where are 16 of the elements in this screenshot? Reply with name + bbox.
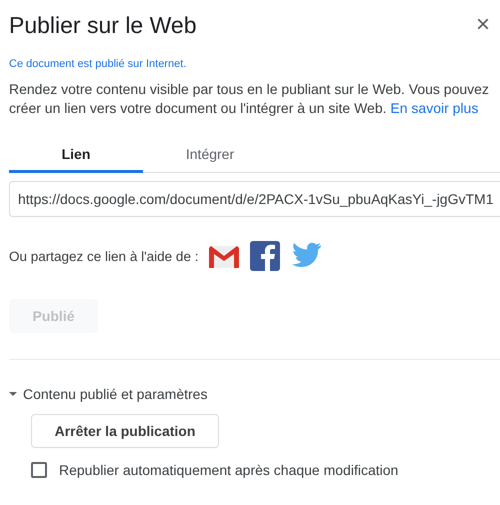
caret-icon[interactable] [9, 391, 17, 397]
share-label: Ou partagez ce lien à l'aide de : [9, 248, 198, 264]
section-title[interactable]: Contenu publié et paramètres [23, 386, 208, 402]
checkbox-label: Republier automatiquement après chaque modification [59, 462, 398, 478]
mail-icon[interactable] [208, 243, 240, 269]
link-field[interactable]: https://docs.google.com/document/d/e/2PACX-1vSu_pbuAqKasYi_-jgGvTM1 [9, 181, 500, 217]
learn-more-link[interactable]: En savoir plus [390, 100, 478, 116]
dialog-title: Publier sur le Web [9, 12, 196, 38]
tab[interactable]: Intégrer [143, 140, 277, 173]
stop-publishing-button[interactable]: Arrêter la publication [31, 414, 219, 448]
description-text: Rendez votre contenu visible par tous en le publiant sur le Web. Vous pouvez créer un lien vers votre document ou l'intégrer à un site Web. En savoir plus [9, 80, 490, 118]
facebook-icon[interactable] [250, 241, 280, 271]
close-button[interactable]: × [476, 13, 490, 37]
checkbox[interactable] [31, 462, 47, 478]
published-notice: Ce document est publié sur Internet. [9, 58, 188, 70]
tab[interactable]: Lien [9, 140, 143, 173]
